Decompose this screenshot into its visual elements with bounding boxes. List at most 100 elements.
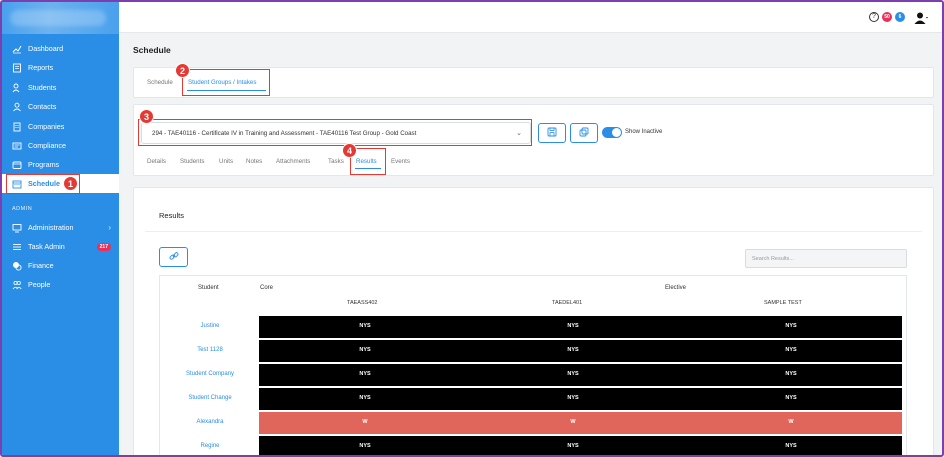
chevron-right-icon: ›	[108, 223, 111, 232]
chart-line-icon	[12, 44, 22, 54]
result-cells: NYS NYS NYS	[259, 340, 902, 362]
student-name-link[interactable]: Test 1128	[160, 347, 260, 353]
copy-button[interactable]	[570, 123, 598, 143]
sidebar-item-label: Programs	[28, 160, 60, 169]
report-icon	[12, 63, 22, 73]
student-name-link[interactable]: Justine	[160, 323, 260, 329]
result-cell[interactable]: W	[558, 419, 588, 425]
tab-details[interactable]: Details	[147, 158, 166, 165]
sidebar-item-label: Compliance	[28, 141, 66, 150]
show-inactive-label: Show Inactive	[625, 129, 663, 135]
result-cell[interactable]: NYS	[558, 323, 588, 329]
callout-number: 2	[175, 63, 190, 78]
sidebar: Dashboard Reports Students Contacts Comp…	[2, 2, 119, 455]
show-inactive-toggle[interactable]	[602, 127, 622, 138]
link-button[interactable]	[159, 247, 188, 267]
result-cell[interactable]: NYS	[350, 395, 380, 401]
save-button[interactable]	[538, 123, 566, 143]
callout-number: 4	[342, 143, 357, 158]
table-row: Student Change NYS NYS NYS	[160, 388, 906, 410]
sidebar-item-dashboard[interactable]: Dashboard	[2, 39, 119, 58]
result-cell[interactable]: W	[776, 419, 806, 425]
result-cell[interactable]: NYS	[776, 395, 806, 401]
results-heading: Results	[159, 211, 185, 220]
search-placeholder: Search Results...	[752, 255, 794, 262]
sidebar-item-compliance[interactable]: Compliance	[2, 136, 119, 155]
people-icon	[12, 280, 22, 290]
tab-students[interactable]: Students	[180, 158, 204, 165]
contacts-icon	[12, 102, 22, 112]
result-cells: NYS NYS NYS	[259, 388, 902, 410]
sidebar-item-people[interactable]: People	[2, 275, 119, 294]
result-cell[interactable]: NYS	[776, 443, 806, 449]
tab-attachments[interactable]: Attachments	[276, 158, 310, 165]
result-cells: NYS NYS NYS	[259, 364, 902, 386]
table-row: Student Company NYS NYS NYS	[160, 364, 906, 386]
results-table: Student Core Elective TAEASS402 TAEDEL40…	[159, 275, 907, 455]
notification-badge[interactable]: 50	[882, 12, 892, 22]
help-icon[interactable]: ?	[869, 12, 879, 22]
message-badge[interactable]: 6	[895, 12, 905, 22]
table-row: Test 1128 NYS NYS NYS	[160, 340, 906, 362]
result-cell[interactable]: NYS	[350, 347, 380, 353]
student-name-link[interactable]: Student Company	[160, 371, 260, 377]
sidebar-item-task-admin[interactable]: Task Admin 217	[2, 237, 119, 256]
sidebar-item-students[interactable]: Students	[2, 78, 119, 97]
callout-box-student-groups	[182, 69, 270, 96]
sidebar-item-finance[interactable]: Finance	[2, 256, 119, 275]
admin-section-label: ADMIN	[12, 206, 33, 212]
tab-tasks[interactable]: Tasks	[328, 158, 344, 165]
list-icon	[12, 242, 22, 252]
tab-schedule[interactable]: Schedule	[147, 79, 173, 86]
table-row: Regine NYS NYS NYS	[160, 436, 906, 455]
result-cell[interactable]: NYS	[350, 323, 380, 329]
result-cell[interactable]: NYS	[776, 347, 806, 353]
tab-notes[interactable]: Notes	[246, 158, 262, 165]
monitor-icon	[12, 223, 22, 233]
result-cell[interactable]: NYS	[350, 443, 380, 449]
result-cell[interactable]: NYS	[558, 371, 588, 377]
sidebar-item-label: Reports	[28, 63, 54, 72]
result-cell[interactable]: NYS	[350, 371, 380, 377]
student-name-link[interactable]: Alexandra	[160, 419, 260, 425]
result-cell[interactable]: NYS	[776, 323, 806, 329]
result-cell[interactable]: NYS	[558, 347, 588, 353]
search-results-input[interactable]: Search Results...	[745, 249, 907, 268]
table-row: Alexandra W W W	[160, 412, 906, 434]
sidebar-item-programs[interactable]: Programs	[2, 155, 119, 174]
result-cell[interactable]: NYS	[776, 371, 806, 377]
programs-icon	[12, 160, 22, 170]
table-row: Justine NYS NYS NYS	[160, 316, 906, 338]
divider	[145, 231, 922, 232]
header-elective: Elective	[665, 285, 687, 291]
callout-number: 1	[63, 176, 78, 191]
callout-number: 3	[139, 109, 154, 124]
save-icon	[547, 124, 557, 142]
copy-icon	[579, 124, 589, 142]
task-count-badge: 217	[96, 242, 111, 251]
brand-logo[interactable]	[2, 2, 119, 34]
sidebar-item-reports[interactable]: Reports	[2, 58, 119, 77]
sidebar-item-contacts[interactable]: Contacts	[2, 97, 119, 116]
compliance-icon	[12, 141, 22, 151]
student-name-link[interactable]: Regine	[160, 443, 260, 449]
user-avatar-icon[interactable]	[914, 11, 928, 24]
sidebar-item-label: Dashboard	[28, 44, 64, 53]
student-name-link[interactable]: Student Change	[160, 395, 260, 401]
result-cells: WWW	[259, 412, 902, 434]
sidebar-item-label: People	[28, 280, 51, 289]
sidebar-item-label: Students	[28, 83, 57, 92]
sidebar-item-label: Administration	[28, 223, 74, 232]
tab-events[interactable]: Events	[391, 158, 410, 165]
header-core: Core	[260, 285, 274, 291]
sidebar-item-companies[interactable]: Companies	[2, 117, 119, 136]
app-window: Dashboard Reports Students Contacts Comp…	[0, 0, 944, 457]
sidebar-item-administration[interactable]: Administration ›	[2, 218, 119, 237]
students-icon	[12, 83, 22, 93]
header-student: Student	[198, 285, 219, 291]
result-cell[interactable]: W	[350, 419, 380, 425]
result-cell[interactable]: NYS	[558, 395, 588, 401]
header-unit: TAEDEL401	[552, 300, 583, 306]
tab-units[interactable]: Units	[219, 158, 233, 165]
result-cell[interactable]: NYS	[558, 443, 588, 449]
